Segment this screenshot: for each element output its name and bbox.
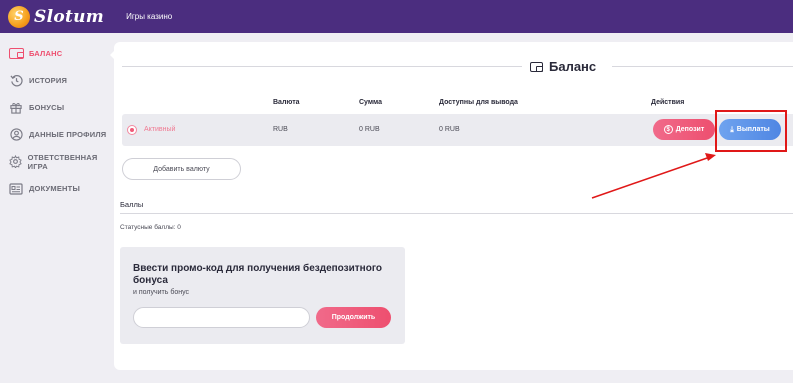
sidebar-item-bonuses[interactable]: БОНУСЫ xyxy=(0,94,112,121)
sidebar: БАЛАНС ИСТОРИЯ БОНУСЫ ДАННЫЕ ПРОФИЛЯ ОТВ… xyxy=(0,33,112,383)
sidebar-item-profile[interactable]: ДАННЫЕ ПРОФИЛЯ xyxy=(0,121,112,148)
column-header-amount: Сумма xyxy=(359,99,383,106)
divider xyxy=(612,66,793,67)
column-header-actions: Действия xyxy=(651,99,685,106)
promo-code-input[interactable] xyxy=(133,307,310,328)
document-icon xyxy=(8,182,24,196)
promo-title: Ввести промо-код для получения бездепози… xyxy=(133,263,382,286)
gift-icon xyxy=(8,101,24,115)
sidebar-item-history[interactable]: ИСТОРИЯ xyxy=(0,67,112,94)
page-title-text: Баланс xyxy=(549,59,597,74)
column-header-currency: Валюта xyxy=(273,99,300,106)
sidebar-item-label: ДАННЫЕ ПРОФИЛЯ xyxy=(29,130,107,139)
continue-button-label: Продолжить xyxy=(331,314,376,321)
active-radio[interactable] xyxy=(127,125,137,135)
sidebar-item-label: БОНУСЫ xyxy=(29,103,65,112)
sidebar-item-documents[interactable]: ДОКУМЕНТЫ xyxy=(0,175,112,202)
title-row: Баланс xyxy=(122,59,793,74)
top-navigation-bar: S Slotum Игры казино xyxy=(0,0,793,33)
page-title: Баланс xyxy=(530,59,596,74)
nav-link-casino-games[interactable]: Игры казино xyxy=(126,12,172,21)
status-points-text: Статусные баллы: 0 xyxy=(120,224,181,231)
add-currency-label: Добавить валюту xyxy=(153,165,210,173)
add-currency-button[interactable]: Добавить валюту xyxy=(122,158,241,180)
balance-panel: Баланс Валюта Сумма Доступны для вывода … xyxy=(114,42,793,370)
wallet-icon xyxy=(530,61,544,72)
cell-withdrawable: 0 RUB xyxy=(439,126,460,133)
gear-icon xyxy=(8,155,23,169)
promo-subtitle: и получить бонус xyxy=(133,289,190,296)
cell-currency: RUB xyxy=(273,126,288,133)
divider xyxy=(122,66,522,67)
deposit-button-label: Депозит xyxy=(675,126,705,133)
sidebar-item-label: ИСТОРИЯ xyxy=(29,76,68,85)
promo-code-box: Ввести промо-код для получения бездепози… xyxy=(120,247,405,344)
history-icon xyxy=(8,74,24,88)
divider xyxy=(120,213,793,214)
active-item-pointer xyxy=(110,49,116,61)
deposit-button[interactable]: $ Депозит xyxy=(653,119,715,140)
logo-icon: S xyxy=(8,5,30,28)
highlight-annotation-box xyxy=(715,110,787,152)
wallet-icon xyxy=(8,47,24,61)
sidebar-item-label: ОТВЕТСТВЕННАЯ ИГРА xyxy=(27,152,98,171)
column-header-withdrawable: Доступны для вывода xyxy=(439,99,518,106)
sidebar-item-label: БАЛАНС xyxy=(29,49,63,58)
points-heading: Баллы xyxy=(120,200,144,209)
sidebar-item-label: ДОКУМЕНТЫ xyxy=(29,184,80,193)
sidebar-item-balance[interactable]: БАЛАНС xyxy=(0,40,112,67)
dollar-icon: $ xyxy=(663,125,673,134)
logo[interactable]: S Slotum xyxy=(8,5,105,28)
cell-amount: 0 RUB xyxy=(359,126,380,133)
logo-text: Slotum xyxy=(34,6,105,27)
user-icon xyxy=(8,128,24,142)
sidebar-item-responsible-gaming[interactable]: ОТВЕТСТВЕННАЯ ИГРА xyxy=(0,148,112,175)
continue-button[interactable]: Продолжить xyxy=(316,307,391,328)
status-label: Активный xyxy=(144,126,176,133)
